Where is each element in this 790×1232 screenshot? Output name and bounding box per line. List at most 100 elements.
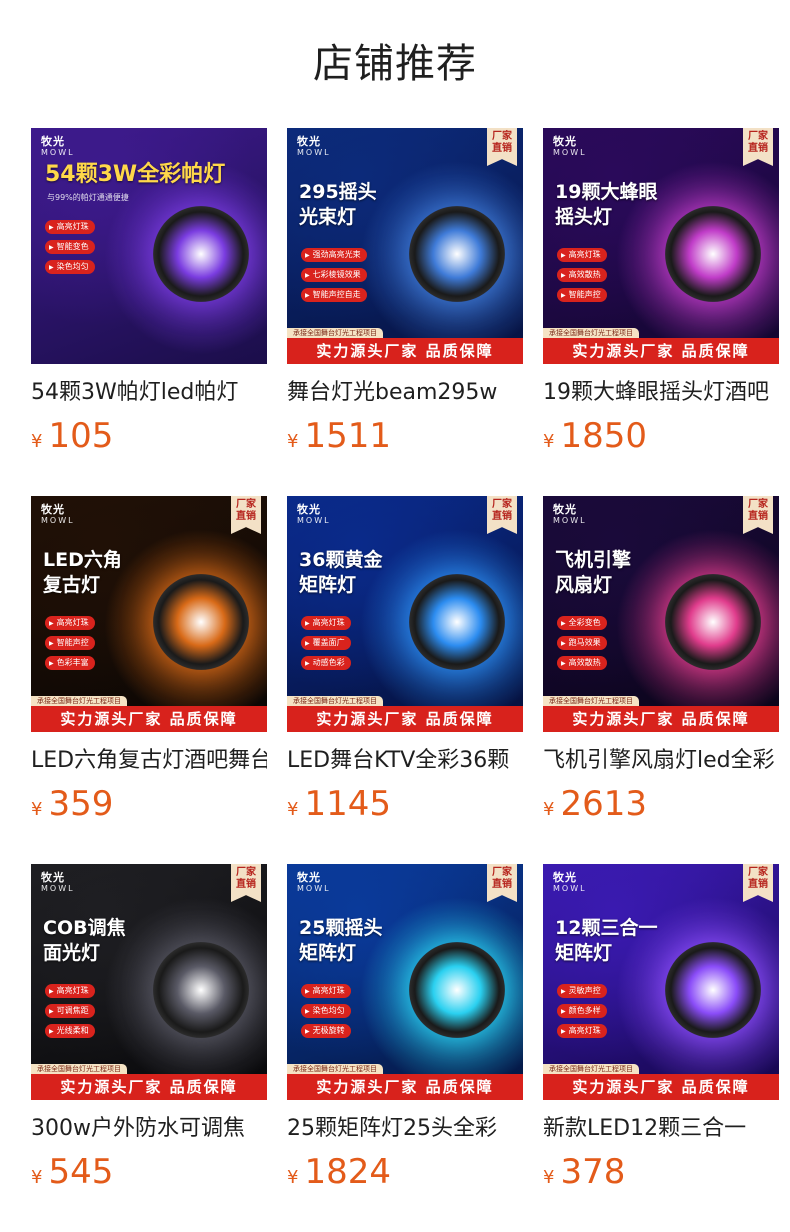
feature-tag: 跑马效果 bbox=[557, 636, 607, 650]
product-image[interactable]: 牧光MOWL厂家 直销295摇头 光束灯强劲高亮光束七彩棱镜效果智能声控自走承接… bbox=[287, 128, 523, 364]
light-fixture-graphic bbox=[153, 574, 249, 670]
product-price: ¥545 bbox=[31, 1152, 267, 1198]
feature-tag: 覆盖面广 bbox=[301, 636, 351, 650]
brand-logo-sub: MOWL bbox=[553, 148, 587, 157]
feature-tag: 颜色多样 bbox=[557, 1004, 607, 1018]
price-value: 1511 bbox=[304, 416, 391, 456]
feature-tag: 可调焦距 bbox=[45, 1004, 95, 1018]
product-name[interactable]: 300w户外防水可调焦 bbox=[31, 1114, 267, 1144]
feature-tag: 全彩变色 bbox=[557, 616, 607, 630]
light-fixture-graphic bbox=[409, 206, 505, 302]
product-card[interactable]: 牧光MOWL厂家 直销295摇头 光束灯强劲高亮光束七彩棱镜效果智能声控自走承接… bbox=[287, 128, 523, 462]
product-name[interactable]: LED舞台KTV全彩36颗 bbox=[287, 746, 523, 776]
product-name[interactable]: 新款LED12颗三合一 bbox=[543, 1114, 779, 1144]
product-image[interactable]: 牧光MOWL厂家 直销LED六角 复古灯高亮灯珠智能声控色彩丰富承接全国舞台灯光… bbox=[31, 496, 267, 732]
brand-logo: 牧光 MOWL bbox=[553, 135, 587, 157]
brand-logo-sub: MOWL bbox=[297, 516, 331, 525]
footer-banner: 实力源头厂家 品质保障 bbox=[543, 1074, 779, 1100]
product-card[interactable]: 牧光MOWL厂家 直销36颗黄金 矩阵灯高亮灯珠覆盖面广动感色彩承接全国舞台灯光… bbox=[287, 496, 523, 830]
currency-symbol: ¥ bbox=[31, 431, 43, 452]
product-price: ¥2613 bbox=[543, 784, 779, 830]
brand-logo-sub: MOWL bbox=[553, 516, 587, 525]
brand-logo-sub: MOWL bbox=[553, 884, 587, 893]
product-card[interactable]: 牧光MOWL厂家 直销飞机引擎 风扇灯全彩变色跑马效果高效散热承接全国舞台灯光工… bbox=[543, 496, 779, 830]
light-fixture-graphic bbox=[665, 574, 761, 670]
product-image[interactable]: 牧光MOWL厂家 直销12颗三合一 矩阵灯灵敏声控颜色多样高亮灯珠承接全国舞台灯… bbox=[543, 864, 779, 1100]
price-value: 545 bbox=[48, 1152, 114, 1192]
footer-banner: 实力源头厂家 品质保障 bbox=[287, 706, 523, 732]
footer-banner: 实力源头厂家 品质保障 bbox=[543, 706, 779, 732]
feature-tag: 色彩丰富 bbox=[45, 656, 95, 670]
product-name[interactable]: 飞机引擎风扇灯led全彩 bbox=[543, 746, 779, 776]
currency-symbol: ¥ bbox=[287, 431, 299, 452]
product-price: ¥1850 bbox=[543, 416, 779, 462]
price-value: 378 bbox=[560, 1152, 626, 1192]
price-value: 1145 bbox=[304, 784, 391, 824]
product-price: ¥359 bbox=[31, 784, 267, 830]
image-headline: 19颗大蜂眼 摇头灯 bbox=[555, 181, 658, 228]
product-card[interactable]: 牧光MOWL厂家 直销25颗摇头 矩阵灯高亮灯珠染色均匀无极旋转承接全国舞台灯光… bbox=[287, 864, 523, 1198]
feature-tag: 强劲高亮光束 bbox=[301, 248, 367, 262]
feature-tag: 高亮灯珠 bbox=[557, 248, 607, 262]
product-name[interactable]: 25颗矩阵灯25头全彩 bbox=[287, 1114, 523, 1144]
feature-tag: 智能声控自走 bbox=[301, 288, 367, 302]
feature-tag: 染色均匀 bbox=[301, 1004, 351, 1018]
product-image[interactable]: 牧光MOWL厂家 直销19颗大蜂眼 摇头灯高亮灯珠高效散热智能声控承接全国舞台灯… bbox=[543, 128, 779, 364]
product-card[interactable]: 牧光MOWL厂家 直销12颗三合一 矩阵灯灵敏声控颜色多样高亮灯珠承接全国舞台灯… bbox=[543, 864, 779, 1198]
feature-tag: 高亮灯珠 bbox=[45, 616, 95, 630]
product-price: ¥1511 bbox=[287, 416, 523, 462]
product-name[interactable]: 舞台灯光beam295w bbox=[287, 378, 523, 408]
product-name[interactable]: 54颗3W帕灯led帕灯 bbox=[31, 378, 267, 408]
price-value: 2613 bbox=[560, 784, 647, 824]
footer-small-banner: 承接全国舞台灯光工程项目 bbox=[543, 696, 639, 706]
product-card[interactable]: 牧光MOWL厂家 直销LED六角 复古灯高亮灯珠智能声控色彩丰富承接全国舞台灯光… bbox=[31, 496, 267, 830]
feature-tag: 高效散热 bbox=[557, 656, 607, 670]
brand-logo: 牧光 MOWL bbox=[41, 503, 75, 525]
currency-symbol: ¥ bbox=[287, 799, 299, 820]
light-fixture-graphic bbox=[409, 942, 505, 1038]
brand-logo: 牧光 MOWL bbox=[297, 503, 331, 525]
product-card[interactable]: 牧光MOWL厂家 直销19颗大蜂眼 摇头灯高亮灯珠高效散热智能声控承接全国舞台灯… bbox=[543, 128, 779, 462]
brand-logo: 牧光 MOWL bbox=[41, 871, 75, 893]
product-card[interactable]: 牧光MOWL 54颗3W全彩帕灯与99%的帕灯通通便捷高亮灯珠智能变色染色均匀 54… bbox=[31, 128, 267, 462]
feature-tag: 智能声控 bbox=[557, 288, 607, 302]
feature-tag: 高效散热 bbox=[557, 268, 607, 282]
product-image[interactable]: 牧光MOWL厂家 直销25颗摇头 矩阵灯高亮灯珠染色均匀无极旋转承接全国舞台灯光… bbox=[287, 864, 523, 1100]
footer-small-banner: 承接全国舞台灯光工程项目 bbox=[287, 328, 383, 338]
brand-logo-sub: MOWL bbox=[41, 148, 75, 157]
brand-logo-sub: MOWL bbox=[41, 516, 75, 525]
image-headline: 295摇头 光束灯 bbox=[299, 181, 377, 228]
product-image[interactable]: 牧光MOWL厂家 直销36颗黄金 矩阵灯高亮灯珠覆盖面广动感色彩承接全国舞台灯光… bbox=[287, 496, 523, 732]
product-image[interactable]: 牧光MOWL厂家 直销COB调焦 面光灯高亮灯珠可调焦距光线柔和承接全国舞台灯光… bbox=[31, 864, 267, 1100]
image-subtitle: 与99%的帕灯通通便捷 bbox=[47, 193, 129, 202]
price-value: 1850 bbox=[560, 416, 647, 456]
page-title: 店铺推荐 bbox=[313, 41, 477, 87]
feature-tag: 高亮灯珠 bbox=[45, 220, 95, 234]
brand-logo-sub: MOWL bbox=[41, 884, 75, 893]
light-fixture-graphic bbox=[153, 206, 249, 302]
price-value: 359 bbox=[48, 784, 114, 824]
product-image[interactable]: 牧光MOWL 54颗3W全彩帕灯与99%的帕灯通通便捷高亮灯珠智能变色染色均匀 bbox=[31, 128, 267, 364]
brand-logo-sub: MOWL bbox=[297, 884, 331, 893]
product-price: ¥1824 bbox=[287, 1152, 523, 1198]
feature-tag: 灵敏声控 bbox=[557, 984, 607, 998]
brand-logo: 牧光 MOWL bbox=[553, 503, 587, 525]
light-fixture-graphic bbox=[409, 574, 505, 670]
footer-small-banner: 承接全国舞台灯光工程项目 bbox=[31, 696, 127, 706]
feature-tag: 无极旋转 bbox=[301, 1024, 351, 1038]
light-fixture-graphic bbox=[665, 942, 761, 1038]
image-headline: LED六角 复古灯 bbox=[43, 549, 122, 596]
footer-banner: 实力源头厂家 品质保障 bbox=[287, 1074, 523, 1100]
product-image[interactable]: 牧光MOWL厂家 直销飞机引擎 风扇灯全彩变色跑马效果高效散热承接全国舞台灯光工… bbox=[543, 496, 779, 732]
footer-small-banner: 承接全国舞台灯光工程项目 bbox=[287, 696, 383, 706]
feature-tag: 光线柔和 bbox=[45, 1024, 95, 1038]
feature-tag: 七彩棱镜效果 bbox=[301, 268, 367, 282]
product-card[interactable]: 牧光MOWL厂家 直销COB调焦 面光灯高亮灯珠可调焦距光线柔和承接全国舞台灯光… bbox=[31, 864, 267, 1198]
light-fixture-graphic bbox=[665, 206, 761, 302]
feature-tag: 动感色彩 bbox=[301, 656, 351, 670]
footer-banner: 实力源头厂家 品质保障 bbox=[287, 338, 523, 364]
product-name[interactable]: 19颗大蜂眼摇头灯酒吧 bbox=[543, 378, 779, 408]
feature-tag: 高亮灯珠 bbox=[301, 984, 351, 998]
product-name[interactable]: LED六角复古灯酒吧舞台 bbox=[31, 746, 267, 776]
brand-logo: 牧光 MOWL bbox=[553, 871, 587, 893]
